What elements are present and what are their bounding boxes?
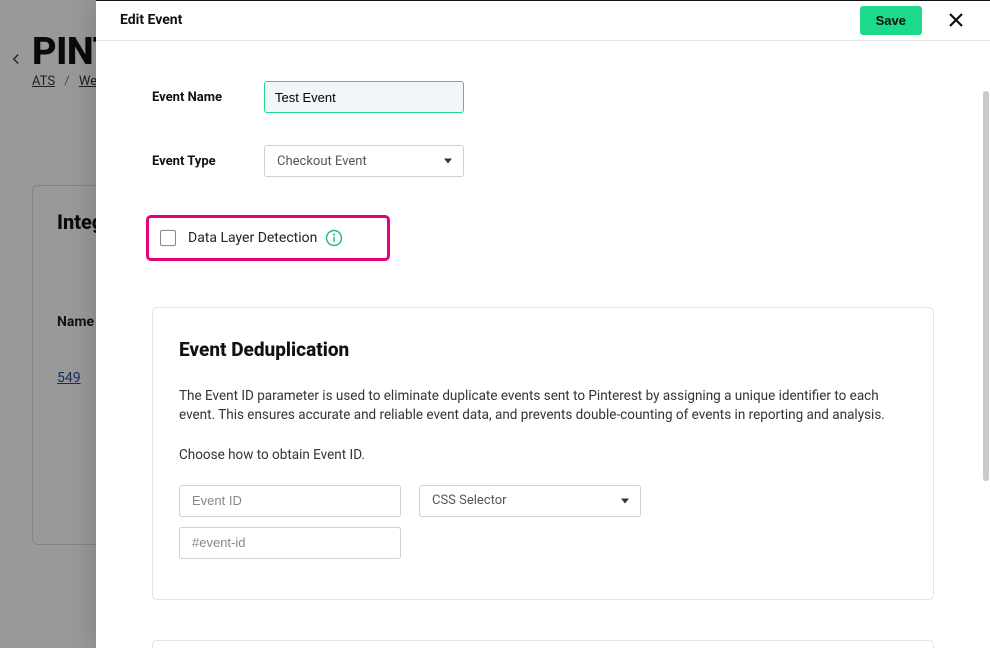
event-id-source-select[interactable]: CSS Selector	[419, 485, 641, 517]
next-section-card	[152, 640, 934, 648]
scrollbar-track[interactable]	[982, 41, 990, 648]
chevron-down-icon	[621, 498, 629, 503]
close-icon	[948, 12, 964, 28]
event-name-label: Event Name	[152, 90, 236, 105]
info-icon[interactable]	[325, 229, 343, 247]
event-name-input[interactable]	[264, 81, 464, 113]
dedupe-prompt: Choose how to obtain Event ID.	[179, 447, 907, 463]
event-type-value: Checkout Event	[277, 154, 367, 169]
modal-title: Edit Event	[120, 12, 860, 28]
breadcrumb-separator: /	[64, 74, 69, 89]
close-button[interactable]	[944, 8, 968, 32]
modal-top-border	[96, 0, 990, 1]
css-selector-value-input[interactable]	[179, 527, 401, 559]
event-type-row: Event Type Checkout Event	[152, 145, 934, 177]
event-deduplication-card: Event Deduplication The Event ID paramet…	[152, 307, 934, 600]
breadcrumb-ats[interactable]: ATS	[32, 74, 55, 89]
back-chevron-icon[interactable]	[10, 49, 22, 70]
data-layer-detection-checkbox[interactable]	[160, 230, 176, 246]
dedupe-description: The Event ID parameter is used to elimin…	[179, 387, 907, 425]
event-type-label: Event Type	[152, 154, 236, 169]
event-name-row: Event Name	[152, 81, 934, 113]
event-id-source-value: CSS Selector	[432, 493, 507, 508]
event-type-select[interactable]: Checkout Event	[264, 145, 464, 177]
event-id-input[interactable]	[179, 485, 401, 517]
data-layer-detection-label: Data Layer Detection	[188, 230, 317, 246]
data-layer-detection-group: Data Layer Detection	[146, 215, 390, 261]
scrollbar-thumb[interactable]	[983, 91, 989, 481]
save-button[interactable]: Save	[860, 6, 922, 35]
chevron-down-icon	[444, 159, 452, 164]
modal-header: Edit Event Save	[96, 0, 990, 41]
edit-event-modal: Edit Event Save Event Name Event Type Ch…	[96, 0, 990, 648]
dedupe-heading: Event Deduplication	[179, 338, 907, 361]
modal-body: Event Name Event Type Checkout Event Dat…	[96, 41, 990, 648]
